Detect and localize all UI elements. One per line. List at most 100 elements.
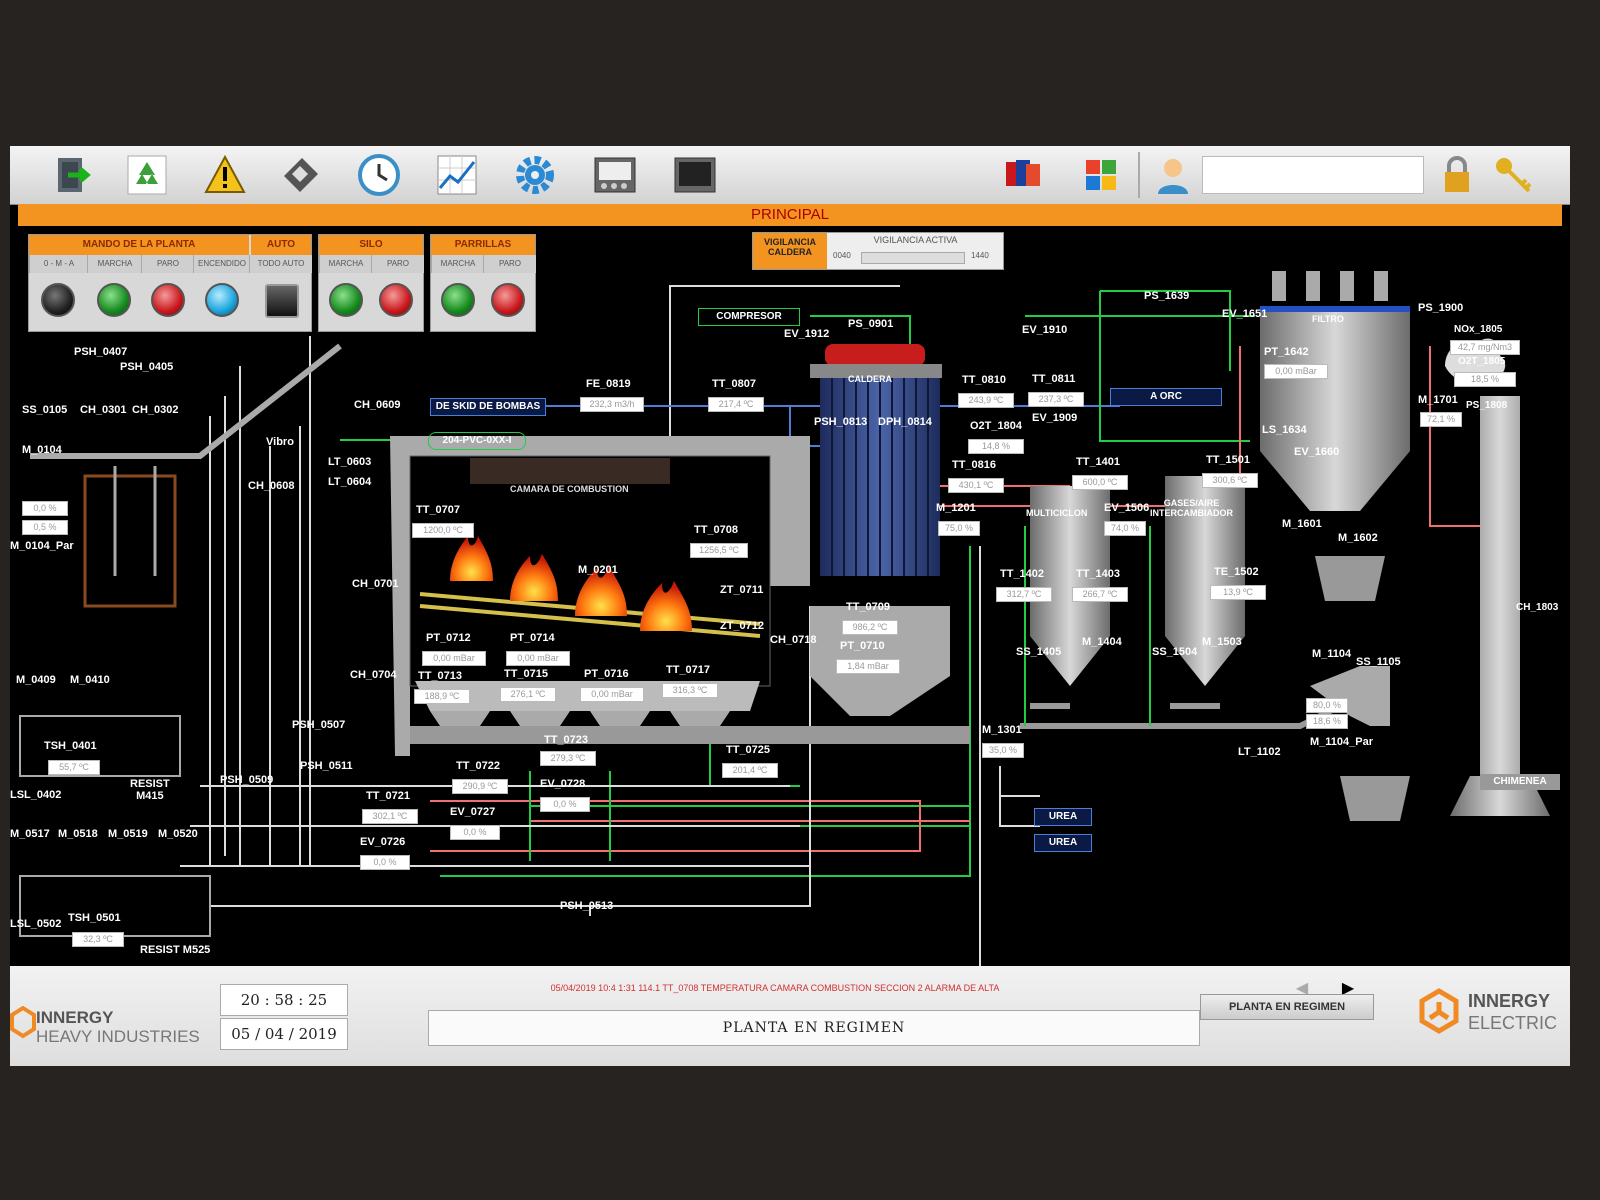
m-1301-value[interactable]: 35,0 % (982, 743, 1024, 758)
m-0518-label: M_0518 (58, 828, 98, 840)
clock-time: 20 : 58 : 25 (220, 984, 348, 1016)
nox-1805-label: NOx_1805 (1454, 324, 1503, 335)
mode-selector-knob[interactable] (41, 283, 75, 317)
pump-skid-tag[interactable]: DE SKID DE BOMBAS (430, 398, 546, 416)
boiler-watch-title: VIGILANCIA CALDERA (753, 233, 827, 269)
to-orc-tag[interactable]: A ORC (1110, 388, 1222, 406)
tsh-0401-label: TSH_0401 (44, 740, 97, 752)
urea-tag-1[interactable]: UREA (1034, 808, 1092, 826)
gear-icon[interactable] (512, 152, 558, 198)
plant-on-button[interactable] (205, 283, 239, 317)
pt-1642-label: PT_1642 (1264, 346, 1309, 358)
pt-0710-label: PT_0710 (840, 640, 885, 652)
m-0201-label: M_0201 (578, 564, 618, 576)
tt-1501-label: TT_1501 (1206, 454, 1251, 466)
user-icon[interactable] (1150, 152, 1196, 198)
clock-icon[interactable] (356, 152, 402, 198)
grates-start-label: MARCHA (431, 255, 484, 273)
tt-1403-value: 266,7 ºC (1072, 587, 1128, 602)
m-0409-label: M_0409 (16, 674, 56, 686)
user-name-field[interactable] (1202, 156, 1424, 194)
vibro-label: Vibro (266, 436, 294, 448)
flags-icon[interactable] (1000, 152, 1046, 198)
tt-1402-label: TT_1402 (1000, 568, 1045, 580)
ch-0301-label: CH_0301 (80, 404, 127, 416)
ev-1651-label: EV_1651 (1222, 308, 1268, 320)
m-0104-label: M_0104 (22, 444, 62, 456)
plant-stop-button[interactable] (151, 283, 185, 317)
boiler-watch-panel: VIGILANCIA CALDERA VIGILANCIA ACTIVA 004… (752, 232, 1004, 270)
combustion-chamber-label: CAMARA DE COMBUSTION (510, 484, 629, 494)
m-1701-value[interactable]: 72,1 % (1420, 412, 1462, 427)
silo-title: SILO (319, 235, 423, 255)
gas-air-exchanger-label: GASES/AIRE INTERCAMBIADOR (1150, 498, 1233, 518)
ps-1808-label: PS_1808 (1466, 400, 1508, 411)
grates-stop-button[interactable] (491, 283, 525, 317)
recycle-icon[interactable] (124, 152, 170, 198)
ss-0105-label: SS_0105 (22, 404, 68, 416)
save-disk-icon[interactable] (278, 152, 324, 198)
alarm-panel-icon[interactable] (592, 152, 638, 198)
tt-0721-label: TT_0721 (366, 790, 411, 802)
lock-icon[interactable] (1434, 152, 1480, 198)
monitor-icon[interactable] (672, 152, 718, 198)
silo-stop-button[interactable] (379, 283, 413, 317)
tt-0725-label: TT_0725 (726, 744, 771, 756)
m-1201-value[interactable]: 75,0 % (938, 521, 980, 536)
all-auto-button[interactable] (265, 284, 299, 318)
tt-0721-value: 302,1 ºC (362, 809, 418, 824)
chimney-label: CHIMENEA (1480, 774, 1560, 790)
silo-start-button[interactable] (329, 283, 363, 317)
plant-control-title: MANDO DE LA PLANTA (29, 235, 249, 255)
ps-1900-label: PS_1900 (1418, 302, 1464, 314)
ev-1910-label: EV_1910 (1022, 324, 1068, 336)
ev-1909-label: EV_1909 (1032, 412, 1078, 424)
m-1701-label: M_1701 (1418, 394, 1458, 406)
plant-mode-button[interactable]: PLANTA EN REGIMEN (1200, 994, 1374, 1020)
psh-0405-label: PSH_0405 (120, 361, 174, 373)
compressor-tag[interactable]: COMPRESOR (698, 308, 800, 326)
exit-icon[interactable] (50, 152, 96, 198)
fe-0819-label: FE_0819 (586, 378, 631, 390)
trend-chart-icon[interactable] (434, 152, 480, 198)
m-0410-label: M_0410 (70, 674, 110, 686)
toolbar (10, 146, 1570, 205)
last-alarm-text[interactable]: 05/04/2019 10:4 1:31 114.1 TT_0708 TEMPE… (360, 978, 1190, 998)
warning-icon[interactable] (202, 152, 248, 198)
tt-1401-label: TT_1401 (1076, 456, 1121, 468)
ev-0727-value[interactable]: 0,0 % (450, 825, 500, 840)
m-1503-label: M_1503 (1202, 636, 1242, 648)
pt-0714-label: PT_0714 (510, 632, 555, 644)
pvc-line-tag[interactable]: 204-PVC-0XX-I (428, 432, 526, 450)
lt-0604-label: LT_0604 (328, 476, 372, 488)
brand-right: INNERGY ELECTRIC (1468, 990, 1557, 1034)
ss-1405-label: SS_1405 (1016, 646, 1062, 658)
tt-1402-value: 312,7 ºC (996, 587, 1052, 602)
ev-0726-value[interactable]: 0,0 % (360, 855, 410, 870)
ev-0727-label: EV_0727 (450, 806, 496, 818)
windows-icon[interactable] (1078, 152, 1124, 198)
tsh-0401-value: 55,7 ºC (48, 760, 100, 775)
tt-0722-value: 290,9 ºC (452, 779, 508, 794)
start-label: MARCHA (87, 255, 142, 273)
urea-tag-2[interactable]: UREA (1034, 834, 1092, 852)
ps-1639-label: PS_1639 (1144, 290, 1190, 302)
ev-0726-label: EV_0726 (360, 836, 406, 848)
grates-start-button[interactable] (441, 283, 475, 317)
pt-0716-value: 0,00 mBar (580, 687, 644, 702)
plant-start-button[interactable] (97, 283, 131, 317)
ev-1506-label: EV_1506 (1104, 502, 1150, 514)
tt-0810-value: 243,9 ºC (958, 393, 1014, 408)
plant-control-panel: MANDO DE LA PLANTA AUTO 0 - M - A MARCHA… (28, 234, 312, 332)
tt-1403-label: TT_1403 (1076, 568, 1121, 580)
ev-0728-value[interactable]: 0,0 % (540, 797, 590, 812)
lsl-0402-label: LSL_0402 (10, 789, 62, 801)
key-icon[interactable] (1490, 152, 1536, 198)
psh-0513-label: PSH_0513 (560, 900, 614, 912)
ev-0728-label: EV_0728 (540, 778, 586, 790)
m-1301-label: M_1301 (982, 724, 1022, 736)
status-bar: INNERGY HEAVY INDUSTRIES 20 : 58 : 25 05 … (10, 966, 1570, 1066)
tt-0715-label: TT_0715 (504, 668, 549, 680)
ev-1506-value[interactable]: 74,0 % (1104, 521, 1146, 536)
pt-1642-value: 0,00 mBar (1264, 364, 1328, 379)
